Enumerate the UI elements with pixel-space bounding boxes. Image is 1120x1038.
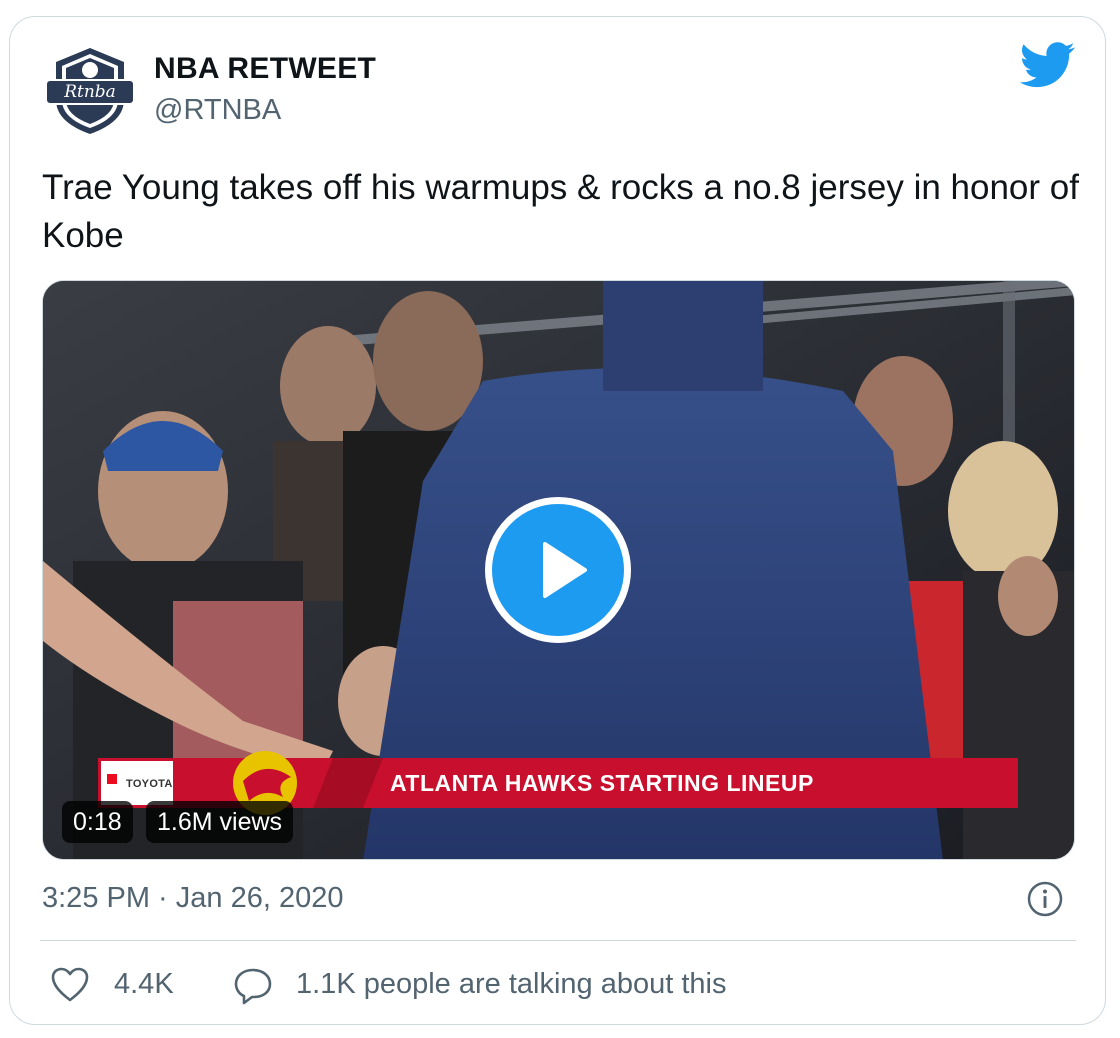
twitter-bird-icon[interactable] [1019,42,1076,88]
play-icon [543,542,587,598]
reply-count[interactable]: 1.1K people are talking about this [296,968,726,1001]
speech-bubble-icon[interactable] [232,966,274,1006]
heart-icon[interactable] [50,966,90,1004]
author-handle[interactable]: @RTNBA [154,94,281,127]
avatar-text: Rtnba [63,82,116,102]
divider [40,940,1076,941]
video-views: 1.6M views [146,801,294,843]
tweet-text: Trae Young takes off his warmups & rocks… [42,168,1079,255]
tweet-timestamp[interactable]: 3:25 PM · Jan 26, 2020 [42,882,343,915]
sponsor-logo: TOYOTA [126,778,173,790]
author-name[interactable]: NBA RETWEET [154,52,376,86]
info-icon[interactable] [1026,880,1064,918]
video-duration: 0:18 [62,801,133,843]
like-count[interactable]: 4.4K [114,968,174,1001]
avatar[interactable]: Rtnba [40,40,140,140]
play-button[interactable] [485,497,631,643]
lower-third: ATLANTA HAWKS STARTING LINEUP [390,770,814,796]
